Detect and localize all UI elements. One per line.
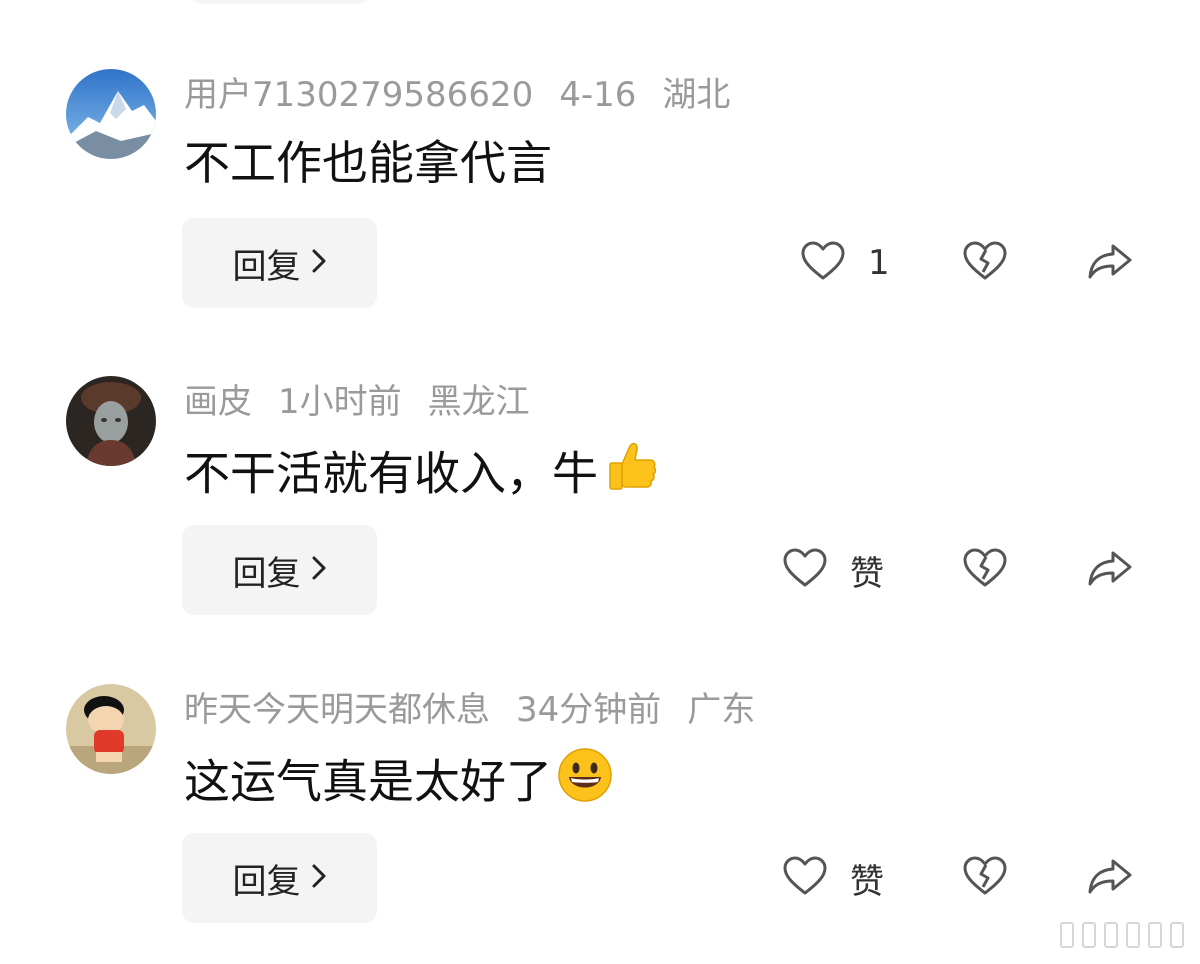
avatar[interactable] <box>66 684 156 774</box>
comment-time: 34分钟前 <box>516 690 662 730</box>
chevron-right-icon <box>311 858 327 898</box>
reply-button[interactable]: 回复 <box>182 218 377 308</box>
username[interactable]: 用户7130279586620 <box>184 75 533 115</box>
comment-time: 1小时前 <box>278 382 402 422</box>
reply-label: 回复 <box>232 246 301 287</box>
comment-text: 不干活就有收入，牛 <box>184 446 598 501</box>
broken-heart-icon <box>962 855 1008 901</box>
comment-time: 4-16 <box>559 75 637 115</box>
watermark-logo <box>1060 922 1184 948</box>
comment-meta: 昨天今天明天都休息 34分钟前 广东 <box>184 688 781 732</box>
previous-comment-reply-button[interactable] <box>190 0 370 4</box>
reply-label: 回复 <box>232 553 301 594</box>
comment-item: 昨天今天明天都休息 34分钟前 广东 这运气真是太好了 回复 赞 <box>0 684 1200 934</box>
comment-text: 这运气真是太好了 <box>184 754 552 809</box>
share-button[interactable] <box>1086 239 1134 287</box>
broken-heart-icon <box>962 547 1008 593</box>
heart-outline-icon <box>800 240 846 286</box>
avatar[interactable] <box>66 376 156 466</box>
share-button[interactable] <box>1086 546 1134 594</box>
comment-text: 不工作也能拿代言 <box>184 136 552 190</box>
chevron-right-icon <box>311 550 327 590</box>
dislike-button[interactable] <box>962 239 1008 287</box>
share-arrow-icon <box>1086 855 1134 901</box>
heart-outline-icon <box>782 547 828 593</box>
heart-outline-icon <box>782 855 828 901</box>
dislike-button[interactable] <box>962 546 1008 594</box>
grinning-face-emoji <box>556 746 614 816</box>
reply-button[interactable]: 回复 <box>182 833 377 923</box>
comment-location: 湖北 <box>662 75 731 115</box>
portrait-avatar-image <box>66 376 156 466</box>
comment-content: 不干活就有收入，牛 <box>184 442 660 501</box>
share-button[interactable] <box>1086 854 1134 902</box>
mountain-avatar-image <box>66 69 156 159</box>
like-button[interactable]: 1 <box>800 239 890 287</box>
comment-item: 用户7130279586620 4-16 湖北 不工作也能拿代言 回复 1 <box>0 69 1200 319</box>
chevron-right-icon <box>311 243 327 283</box>
like-button[interactable]: 赞 <box>782 854 884 902</box>
like-label: 赞 <box>850 553 884 594</box>
broken-heart-icon <box>962 240 1008 286</box>
like-button[interactable]: 赞 <box>782 546 884 594</box>
share-arrow-icon <box>1086 240 1134 286</box>
comment-content: 不工作也能拿代言 <box>184 135 552 191</box>
dislike-button[interactable] <box>962 854 1008 902</box>
comment-meta: 画皮 1小时前 黑龙江 <box>184 380 556 424</box>
reply-label: 回复 <box>232 861 301 902</box>
like-label: 赞 <box>850 861 884 902</box>
like-count: 1 <box>868 243 890 283</box>
comment-meta: 用户7130279586620 4-16 湖北 <box>184 73 756 117</box>
username[interactable]: 画皮 <box>184 382 252 422</box>
reply-button[interactable]: 回复 <box>182 525 377 615</box>
thumbs-up-emoji <box>602 438 660 508</box>
comment-location: 黑龙江 <box>427 382 530 422</box>
avatar[interactable] <box>66 69 156 159</box>
share-arrow-icon <box>1086 547 1134 593</box>
comment-item: 画皮 1小时前 黑龙江 不干活就有收入，牛 回复 赞 <box>0 376 1200 626</box>
comment-content: 这运气真是太好了 <box>184 748 614 809</box>
cartoon-avatar-image <box>66 684 156 774</box>
comment-location: 广东 <box>687 690 756 730</box>
username[interactable]: 昨天今天明天都休息 <box>184 690 490 730</box>
